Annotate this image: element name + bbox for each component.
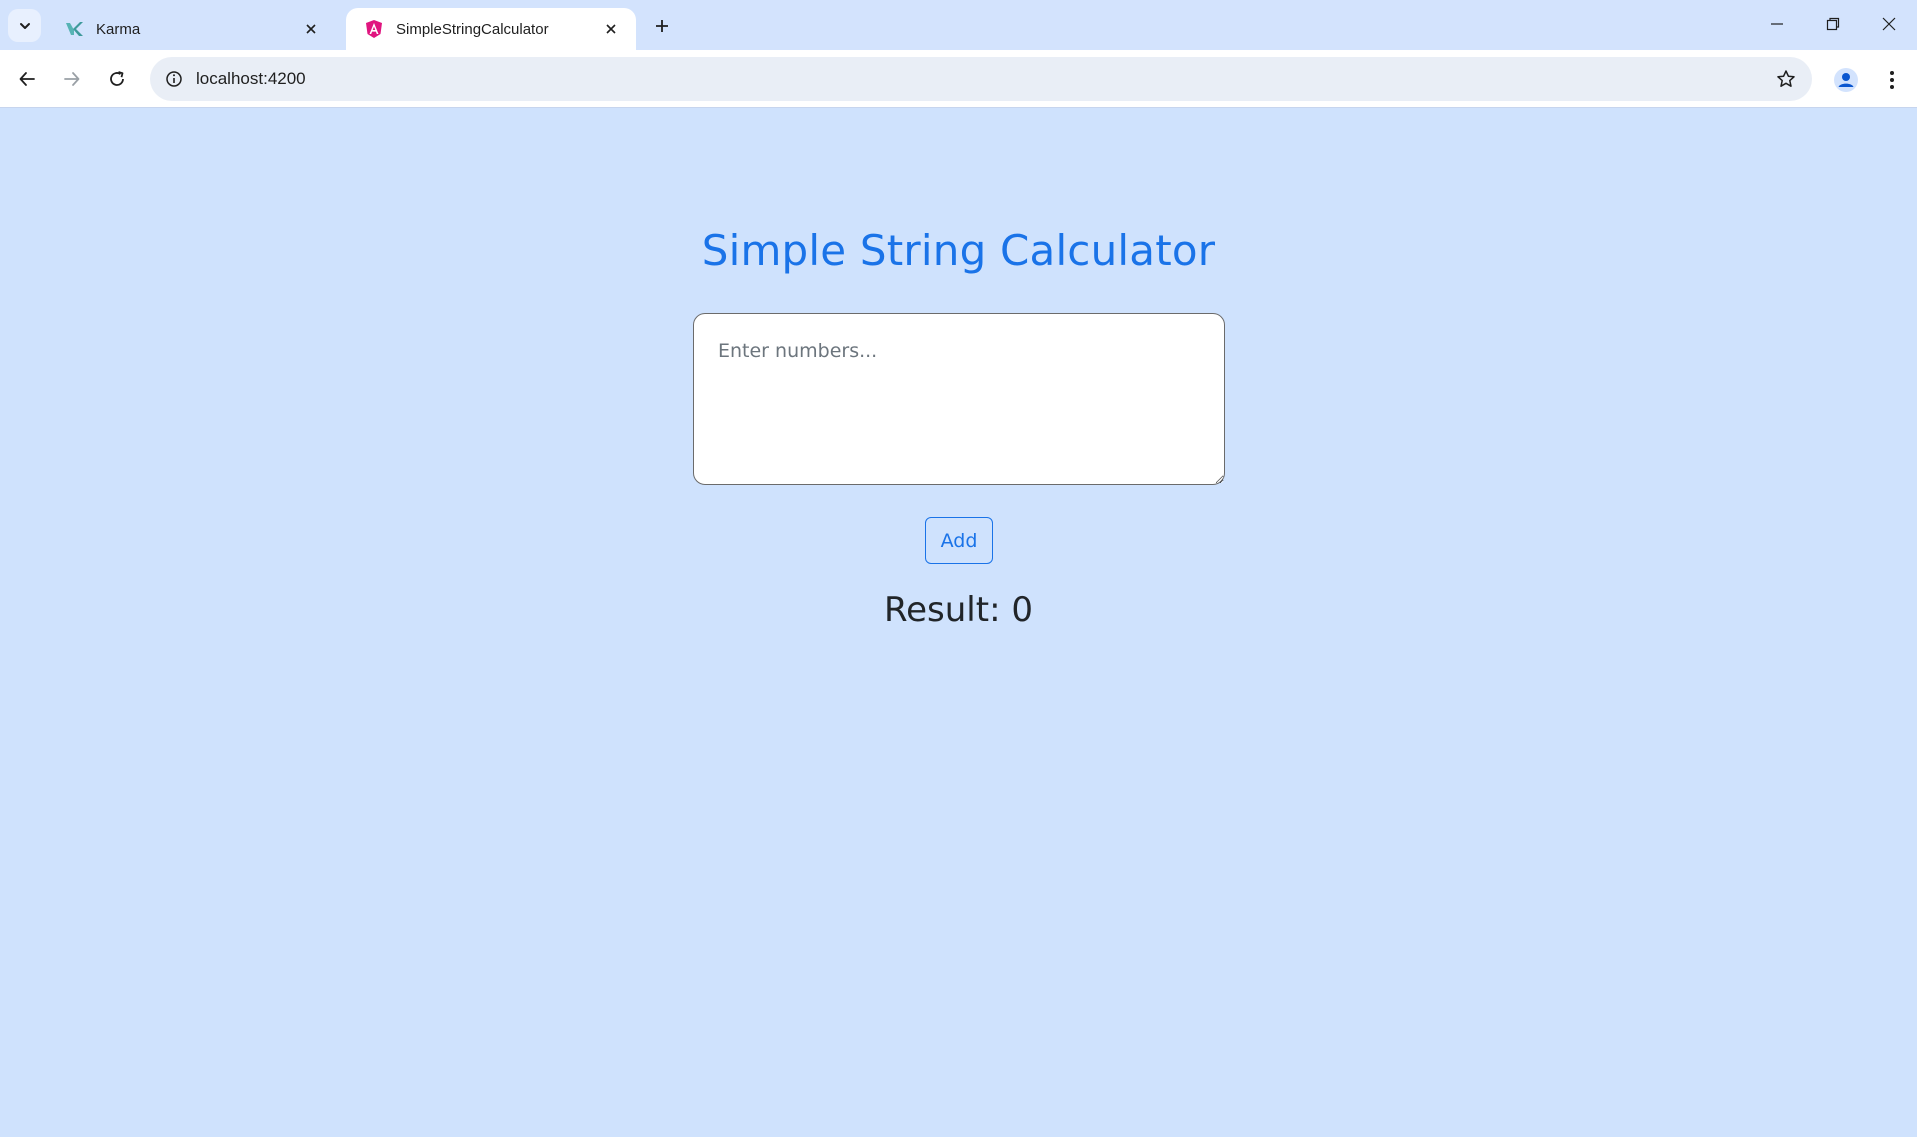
tab-strip: Karma SimpleStringCalculator [0, 0, 1917, 50]
close-icon[interactable] [600, 18, 622, 40]
restore-icon [1826, 17, 1840, 31]
forward-button[interactable] [55, 62, 89, 96]
avatar-icon [1834, 68, 1858, 92]
restore-button[interactable] [1805, 0, 1861, 48]
minimize-button[interactable] [1749, 0, 1805, 48]
address-bar[interactable]: localhost:4200 [150, 57, 1812, 101]
close-window-button[interactable] [1861, 0, 1917, 48]
tab-title: SimpleStringCalculator [396, 20, 549, 38]
site-info-icon[interactable] [162, 67, 186, 91]
browser-menu-button[interactable] [1876, 64, 1908, 96]
arrow-right-icon [64, 72, 80, 86]
close-icon[interactable] [300, 18, 322, 40]
reload-button[interactable] [100, 62, 134, 96]
karma-icon [66, 22, 83, 36]
profile-button[interactable] [1830, 64, 1862, 96]
numbers-input[interactable] [693, 313, 1225, 485]
close-icon [1882, 17, 1896, 31]
result-label: Result: [884, 590, 1001, 630]
angular-icon [366, 20, 382, 38]
tab-search-button[interactable] [8, 9, 41, 42]
tab-simplestringcalculator[interactable]: SimpleStringCalculator [346, 8, 636, 50]
arrow-left-icon [19, 72, 35, 86]
plus-icon [656, 20, 668, 32]
new-tab-button[interactable] [648, 12, 676, 40]
tab-karma[interactable]: Karma [46, 8, 336, 50]
page-title: Simple String Calculator [701, 226, 1216, 275]
reload-icon [110, 71, 124, 86]
kebab-menu-icon [1890, 71, 1894, 89]
result-display: Result: 0 [0, 590, 1917, 630]
minimize-icon [1771, 23, 1783, 25]
back-button[interactable] [10, 62, 44, 96]
add-button[interactable]: Add [925, 517, 993, 564]
bookmark-star-icon[interactable] [1774, 67, 1798, 91]
page-content: Simple String Calculator Add Result: 0 [0, 108, 1917, 1137]
tab-title: Karma [96, 20, 141, 38]
url-text[interactable]: localhost:4200 [196, 57, 306, 101]
result-value: 0 [1011, 590, 1033, 630]
chevron-down-icon [19, 22, 30, 29]
browser-toolbar: localhost:4200 [0, 50, 1917, 108]
